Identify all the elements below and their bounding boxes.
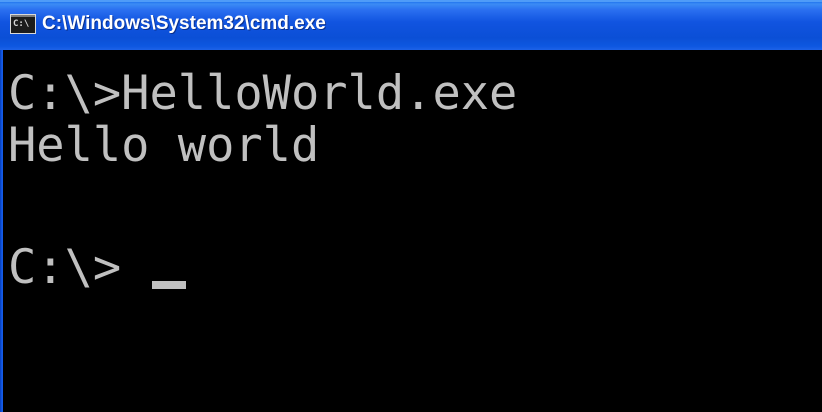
window-title: C:\Windows\System32\cmd.exe (42, 13, 326, 34)
cmd-app-icon[interactable]: C:\ (10, 14, 36, 34)
console-line-command: C:\>HelloWorld.exe (8, 66, 518, 121)
console-line-output: Hello world (8, 118, 320, 173)
text-cursor (152, 281, 186, 289)
console-area[interactable]: C:\>HelloWorld.exe Hello world C:\> (3, 50, 822, 412)
title-bar-highlight (0, 0, 822, 2)
cmd-window: C:\ C:\Windows\System32\cmd.exe C:\>Hell… (0, 0, 822, 412)
console-line-prompt: C:\> (8, 240, 122, 295)
cmd-app-icon-glyph: C:\ (13, 19, 30, 29)
title-bar[interactable]: C:\ C:\Windows\System32\cmd.exe (0, 0, 822, 50)
